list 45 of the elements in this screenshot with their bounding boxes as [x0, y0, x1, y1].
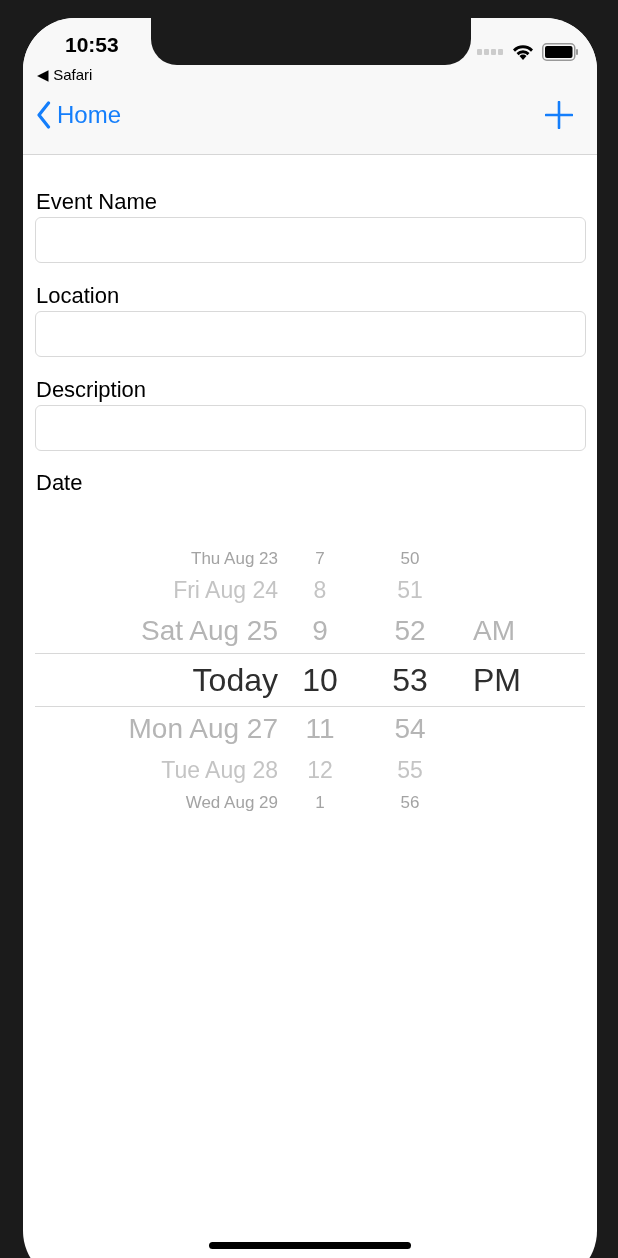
picker-selection-row[interactable]: Today 10 53 PM [35, 653, 585, 707]
signal-icon [477, 49, 504, 55]
battery-icon [542, 43, 579, 61]
picker-hour: 11 [305, 715, 335, 743]
picker-row[interactable]: Tue Aug 28 12 55 [35, 751, 585, 789]
picker-row[interactable]: Thu Aug 23 7 50 [35, 545, 585, 571]
picker-date: Today [192, 664, 278, 696]
text-input[interactable] [35, 217, 586, 263]
picker-hour: 7 [315, 549, 325, 567]
wifi-icon [512, 44, 534, 60]
picker-date: Tue Aug 28 [161, 758, 278, 782]
chevron-left-icon [36, 101, 51, 129]
picker-row[interactable]: Mon Aug 27 11 54 [35, 707, 585, 751]
field-label: Description [36, 376, 148, 404]
picker-minute: 55 [397, 758, 423, 782]
picker-date: Wed Aug 29 [185, 793, 278, 811]
picker-hour: 9 [312, 617, 328, 645]
picker-hour: 12 [307, 758, 333, 782]
back-button[interactable]: Home [36, 97, 122, 133]
picker-row[interactable]: Sat Aug 25 9 52 AM [35, 609, 585, 653]
picker-date: Fri Aug 24 [173, 578, 278, 602]
field-label: Date [36, 469, 84, 497]
picker-hour: 8 [313, 578, 327, 602]
picker-minute: 56 [400, 793, 420, 811]
picker-minute: 52 [394, 617, 426, 645]
picker-minute: 51 [397, 578, 423, 602]
picker-date: Thu Aug 23 [191, 549, 278, 567]
picker-minute: 53 [392, 664, 428, 696]
text-input[interactable] [35, 405, 586, 451]
picker-period: AM [472, 617, 515, 645]
picker-hour: 1 [315, 793, 325, 811]
picker-hour: 10 [302, 664, 338, 696]
picker-row[interactable]: Fri Aug 24 8 51 [35, 571, 585, 609]
field-label: Location [36, 282, 121, 310]
picker-minute: 50 [400, 549, 420, 567]
picker-minute: 54 [394, 715, 426, 743]
picker-date: Sat Aug 25 [141, 617, 278, 645]
picker-period: PM [472, 664, 521, 696]
picker-date: Mon Aug 27 [128, 715, 278, 743]
status-time: 10:53 [65, 32, 119, 58]
add-icon[interactable] [545, 101, 573, 129]
back-to-app-link[interactable]: ◀ Safari [37, 66, 93, 83]
picker-row[interactable]: Wed Aug 29 1 56 [35, 789, 585, 815]
text-input[interactable] [35, 311, 586, 357]
field-label: Event Name [36, 188, 159, 216]
